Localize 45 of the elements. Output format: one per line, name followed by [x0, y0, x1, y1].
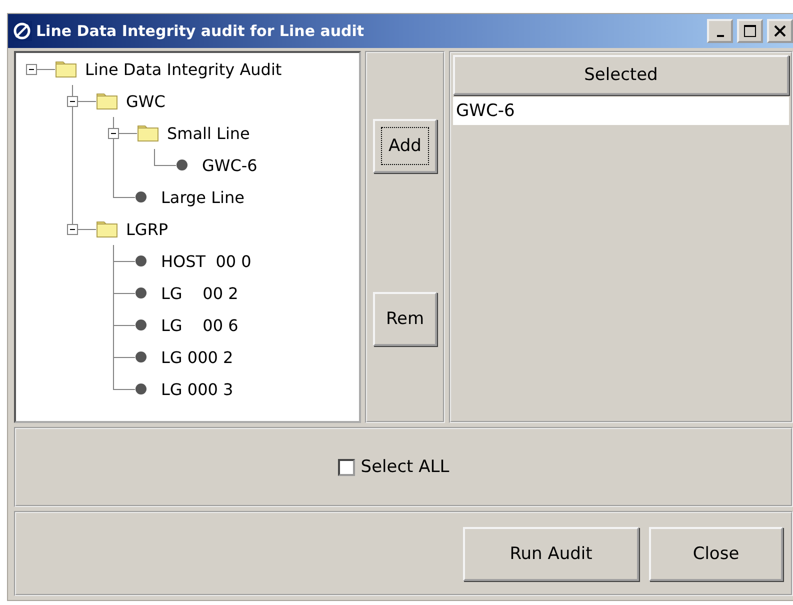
- tree-item-label[interactable]: HOST 00 0: [161, 252, 252, 270]
- node-dot-icon: [135, 319, 147, 331]
- node-dot-icon: [176, 159, 188, 171]
- close-icon: [774, 25, 786, 37]
- window-title: Line Data Integrity audit for Line audit: [36, 22, 366, 40]
- expander-toggle[interactable]: [67, 96, 78, 107]
- folder-icon: [96, 92, 118, 110]
- expander-toggle[interactable]: [67, 224, 78, 235]
- column-header[interactable]: Selected: [453, 55, 789, 95]
- checkbox-label: Select ALL: [360, 457, 450, 477]
- tree-item-label[interactable]: Line Data Integrity Audit: [85, 60, 282, 78]
- tree-connector-line: [113, 309, 135, 341]
- select-all-checkbox[interactable]: [338, 458, 355, 476]
- maximize-icon: [743, 24, 757, 38]
- minimize-button[interactable]: [707, 19, 733, 43]
- folder-icon: [137, 124, 159, 142]
- folder-icon: [96, 220, 118, 238]
- close-button[interactable]: [767, 19, 793, 43]
- add-button[interactable]: Add: [373, 119, 437, 173]
- tree-item-label[interactable]: LGRP: [126, 220, 168, 238]
- node-dot-icon: [135, 383, 147, 395]
- tree-item-label[interactable]: LG 000 3: [161, 380, 234, 398]
- list-item[interactable]: GWC-6: [453, 97, 789, 125]
- remove-button[interactable]: Rem: [373, 292, 437, 346]
- close-dialog-button[interactable]: Close: [649, 526, 783, 580]
- tree-item-label[interactable]: Large Line: [161, 188, 244, 206]
- node-dot-icon: [135, 255, 147, 267]
- node-dot-icon: [135, 351, 147, 363]
- node-dot-icon: [135, 287, 147, 299]
- tree-item-label[interactable]: LG 00 6: [161, 316, 238, 334]
- tree-item-label[interactable]: LG 00 2: [161, 284, 238, 302]
- tree-connector-line: [113, 277, 135, 309]
- node-dot-icon: [135, 191, 147, 203]
- tree-item-label[interactable]: GWC: [126, 92, 166, 110]
- run-audit-button[interactable]: Run Audit: [463, 526, 639, 580]
- expander-toggle[interactable]: [108, 128, 119, 139]
- folder-icon: [55, 60, 77, 78]
- tree-connector-line: [113, 245, 135, 277]
- maximize-button[interactable]: [737, 19, 763, 43]
- tree-item-label[interactable]: GWC-6: [202, 156, 258, 174]
- tree-item-label[interactable]: LG 000 2: [161, 348, 234, 366]
- minimize-icon: [716, 35, 724, 37]
- expander-toggle[interactable]: [26, 64, 37, 75]
- app-icon: [12, 21, 32, 41]
- tree-item-label[interactable]: Small Line: [167, 124, 250, 142]
